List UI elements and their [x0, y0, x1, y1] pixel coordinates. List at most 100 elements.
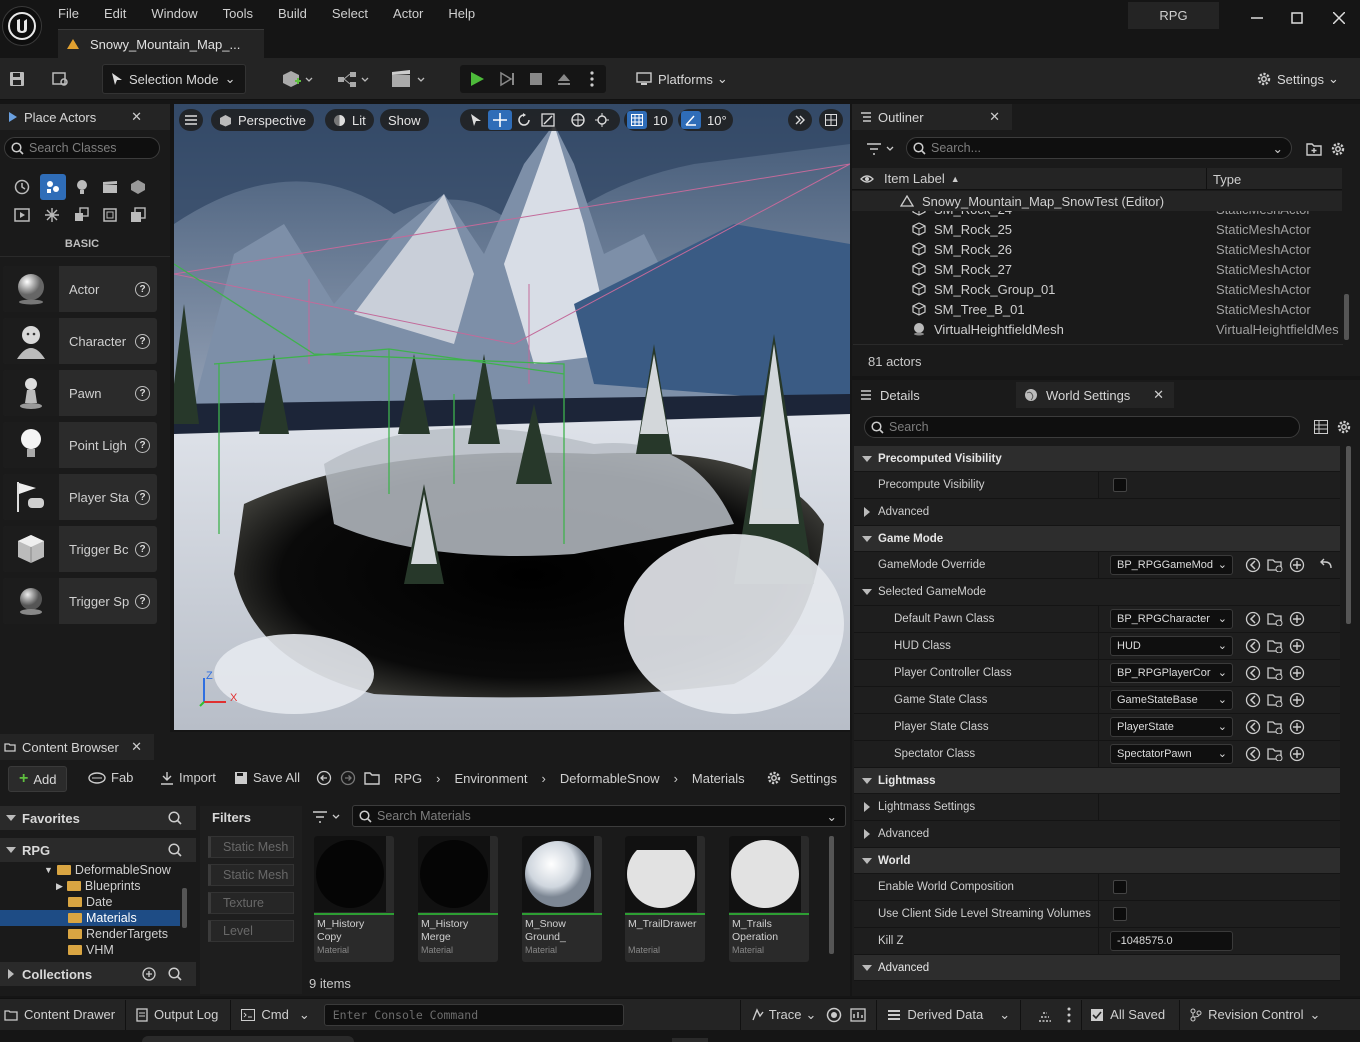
add-circle-icon[interactable] [1289, 719, 1305, 735]
cmd-dropdown[interactable]: Cmd ⌄ [231, 999, 319, 1031]
place-actors-tab[interactable]: Place Actors ✕ [0, 104, 170, 130]
client-side-streaming-checkbox[interactable] [1113, 907, 1127, 921]
breadcrumb-environment[interactable]: Environment [455, 771, 528, 786]
lit-button[interactable]: Lit [325, 109, 374, 131]
asset-tile[interactable]: M_History Copy Material [314, 836, 394, 962]
eject-icon[interactable] [553, 68, 575, 90]
filter-texture[interactable]: Texture [208, 892, 294, 914]
row-advanced-lightmass[interactable]: Advanced [854, 821, 1340, 848]
search-icon[interactable] [168, 843, 182, 857]
settings-dropdown[interactable]: Settings ⌄ [1248, 64, 1347, 94]
back-arrow-icon[interactable] [1245, 746, 1261, 762]
outliner-row[interactable]: SM_Rock_27 StaticMeshActor [852, 259, 1342, 279]
add-circle-icon[interactable] [1289, 611, 1305, 627]
rotate-icon[interactable] [512, 113, 536, 127]
column-item-label[interactable]: Item Label [884, 171, 945, 186]
actor-item-pawn[interactable]: Pawn ? [3, 370, 157, 416]
select-icon[interactable] [464, 113, 488, 127]
outliner-row[interactable]: SM_Rock_Group_01 StaticMeshActor [852, 279, 1342, 299]
class-dropdown[interactable]: BP_RPGCharacter ⌄ [1110, 609, 1233, 629]
breadcrumb-deformablesnow[interactable]: DeformableSnow [560, 771, 660, 786]
row-selected-gamemode[interactable]: Selected GameMode [854, 579, 1340, 606]
content-drawer-button[interactable]: Content Drawer [0, 999, 125, 1031]
menu-edit[interactable]: Edit [96, 6, 143, 21]
filter-static-mesh[interactable]: Static Mesh [208, 836, 294, 858]
breadcrumb-materials[interactable]: Materials [692, 771, 745, 786]
close-icon[interactable]: ✕ [989, 109, 1000, 125]
world-settings-tab[interactable]: World Settings ✕ [1016, 382, 1174, 408]
filter-level[interactable]: Level [208, 920, 294, 942]
save-all-button[interactable]: Save All [234, 770, 300, 785]
show-button[interactable]: Show [380, 109, 429, 131]
help-icon[interactable]: ? [135, 281, 150, 297]
folder-blueprints[interactable]: ▶ Blueprints [56, 878, 141, 894]
more-options-icon[interactable] [1067, 1007, 1071, 1023]
breadcrumb-rpg[interactable]: RPG [394, 771, 422, 786]
add-circle-icon[interactable] [1289, 665, 1305, 681]
browse-folder-icon[interactable] [1267, 639, 1283, 653]
forward-icon[interactable] [340, 770, 356, 786]
content-browser-tab[interactable]: Content Browser ✕ [0, 734, 154, 760]
volumes-icon[interactable] [40, 204, 64, 226]
category-game-mode[interactable]: Game Mode [854, 526, 1340, 552]
actor-item-point-light[interactable]: Point Ligh ? [3, 422, 157, 468]
shapes-icon[interactable] [98, 204, 122, 226]
back-arrow-icon[interactable] [1245, 638, 1261, 654]
category-precomputed-visibility[interactable]: Precomputed Visibility [854, 446, 1340, 472]
back-arrow-icon[interactable] [1245, 611, 1261, 627]
row-lightmass-settings[interactable]: Lightmass Settings [854, 794, 1340, 821]
close-icon[interactable] [1329, 8, 1349, 28]
help-icon[interactable]: ? [135, 593, 150, 609]
layers-icon[interactable] [126, 204, 150, 226]
asset-filter-icon[interactable] [310, 808, 344, 826]
back-arrow-icon[interactable] [1245, 719, 1261, 735]
folder-date[interactable]: Date [68, 894, 112, 910]
search-icon[interactable] [168, 967, 182, 981]
gear-icon[interactable] [1335, 418, 1353, 436]
details-search-input[interactable]: Search [864, 416, 1300, 438]
asset-tile[interactable]: M_Snow Ground_ Material [522, 836, 602, 962]
help-icon[interactable]: ? [135, 385, 150, 401]
browse-icon[interactable] [50, 69, 72, 89]
all-classes-icon[interactable] [70, 204, 94, 226]
back-icon[interactable] [316, 770, 332, 786]
rotation-snap-button[interactable]: 10° [678, 109, 733, 131]
help-icon[interactable]: ? [135, 541, 150, 557]
save-icon[interactable] [7, 69, 27, 89]
scale-icon[interactable] [536, 113, 560, 127]
cb-settings-button[interactable]: Settings [766, 770, 837, 786]
class-dropdown[interactable]: GameStateBase ⌄ [1110, 690, 1233, 710]
back-arrow-icon[interactable] [1245, 557, 1261, 573]
gamemode-override-dropdown[interactable]: BP_RPGGameMod ⌄ [1110, 555, 1233, 575]
assets-scrollbar[interactable] [829, 836, 834, 954]
asset-tile[interactable]: M_History Merge Material [418, 836, 498, 962]
browse-folder-icon[interactable] [1267, 693, 1283, 707]
close-icon[interactable]: ✕ [131, 739, 142, 755]
step-icon[interactable] [496, 68, 518, 90]
expand-icon[interactable] [788, 109, 812, 131]
menu-window[interactable]: Window [143, 6, 214, 21]
add-circle-icon[interactable] [1289, 746, 1305, 762]
menu-help[interactable]: Help [440, 6, 492, 21]
folder-rendertargets[interactable]: RenderTargets [68, 926, 168, 942]
outliner-scrollbar[interactable] [1344, 294, 1349, 340]
browse-folder-icon[interactable] [1267, 747, 1283, 761]
browse-folder-icon[interactable] [1267, 666, 1283, 680]
translate-icon[interactable] [488, 110, 512, 130]
class-dropdown[interactable]: PlayerState ⌄ [1110, 717, 1233, 737]
help-icon[interactable]: ? [135, 333, 150, 349]
help-icon[interactable]: ? [135, 437, 150, 453]
folder-vhm[interactable]: VHM [68, 942, 114, 958]
visibility-icon[interactable] [860, 174, 874, 184]
minimize-icon[interactable] [1247, 8, 1267, 28]
more-options-icon[interactable] [584, 68, 600, 90]
favorites-section[interactable]: Favorites [0, 806, 196, 830]
back-arrow-icon[interactable] [1245, 665, 1261, 681]
source-control-dots-icon[interactable] [1037, 1007, 1053, 1023]
add-circle-icon[interactable] [1289, 638, 1305, 654]
stop-icon[interactable] [525, 68, 547, 90]
menu-file[interactable]: File [50, 6, 96, 21]
folder-deformablesnow[interactable]: ▼ DeformableSnow [44, 862, 171, 878]
outliner-search-input[interactable]: Search... ⌄ [906, 137, 1292, 159]
outliner-root-row[interactable]: Snowy_Mountain_Map_SnowTest (Editor) [852, 191, 1342, 211]
